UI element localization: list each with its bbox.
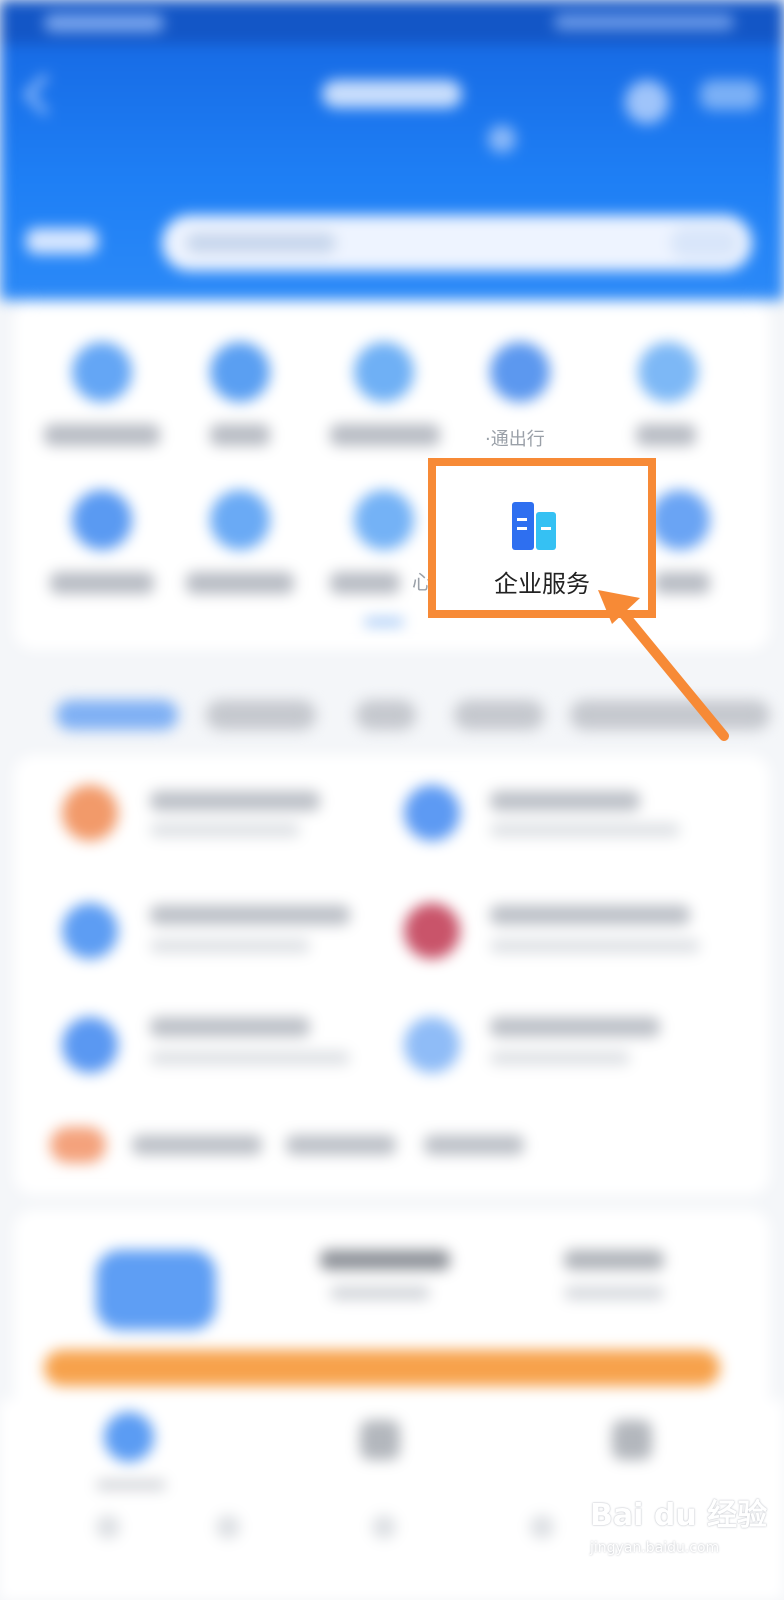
location-icon <box>488 125 516 153</box>
list-item-6-title <box>490 1017 660 1037</box>
list-item-6-icon[interactable] <box>404 1017 460 1073</box>
tab-3[interactable] <box>356 700 416 730</box>
watermark-url: jingyan.baidu.com <box>590 1540 720 1556</box>
list-item-4-title <box>490 905 690 925</box>
grid-item-3-label <box>330 424 440 446</box>
grid-item-4-label: ·通出行 <box>485 429 545 450</box>
app-header <box>0 0 784 300</box>
tab-5[interactable] <box>570 700 770 730</box>
list-item-4-sub <box>490 939 700 953</box>
city-selector[interactable] <box>26 228 98 254</box>
list-item-3-title <box>150 905 350 925</box>
list-item-5-sub <box>150 1051 350 1065</box>
services-list-card <box>14 755 770 1195</box>
grid-item-3-icon[interactable] <box>354 342 414 402</box>
status-bar <box>0 0 784 44</box>
highlight-frame: 企业服务 <box>428 458 656 618</box>
grid-item-10-icon[interactable] <box>650 490 710 550</box>
feature-stat-1-sub <box>330 1286 430 1300</box>
list-item-7-title <box>132 1135 262 1155</box>
status-right-info <box>554 14 734 30</box>
grid-item-2-label <box>210 424 270 446</box>
status-left-info <box>44 14 164 32</box>
grid-item-6-label <box>50 572 154 594</box>
grid-item-8-icon[interactable] <box>354 490 414 550</box>
list-item-2-title <box>490 791 640 811</box>
page-indicator <box>364 618 404 626</box>
grid-item-10-label <box>654 572 710 594</box>
feature-stat-1 <box>320 1250 450 1270</box>
promo-banner[interactable] <box>44 1350 720 1386</box>
list-item-3-sub <box>150 939 310 953</box>
search-input[interactable] <box>162 215 752 271</box>
grid-item-7-icon[interactable] <box>210 490 270 550</box>
feature-primary-button[interactable] <box>96 1250 216 1330</box>
enterprise-building-icon <box>512 502 556 550</box>
tab-4[interactable] <box>454 700 544 730</box>
nav-home-icon[interactable] <box>104 1412 154 1462</box>
search-button[interactable] <box>670 227 740 259</box>
watermark: Bai du 经验 jingyan.baidu.com <box>590 1490 770 1590</box>
tab-bar-icon-1[interactable] <box>96 1515 120 1539</box>
service-grid-card <box>14 300 770 650</box>
grid-item-6-icon[interactable] <box>72 490 132 550</box>
back-arrow-icon[interactable] <box>23 73 66 116</box>
watermark-logo: Bai du 经验 <box>590 1498 768 1533</box>
grid-item-1-icon[interactable] <box>72 342 132 402</box>
more-icon[interactable] <box>700 80 760 110</box>
feature-stat-2 <box>564 1250 664 1270</box>
list-item-1-icon[interactable] <box>62 785 118 841</box>
list-item-6-sub <box>490 1051 630 1065</box>
grid-item-5-label <box>636 424 696 446</box>
list-item-3-icon[interactable] <box>62 903 118 959</box>
news-tabs <box>14 680 770 750</box>
grid-item-7-label <box>186 572 294 594</box>
list-item-4-icon[interactable] <box>404 903 460 959</box>
list-item-5-title <box>150 1017 310 1037</box>
list-item-1-title <box>150 791 320 811</box>
list-item-2-sub <box>490 823 680 837</box>
grid-item-4-icon[interactable] <box>490 342 550 402</box>
list-item-7-icon[interactable] <box>50 1127 106 1163</box>
grid-item-2-icon[interactable] <box>210 342 270 402</box>
nav-home-label <box>96 1480 166 1490</box>
tab-bar-icon-3[interactable] <box>372 1515 396 1539</box>
grid-item-5-icon[interactable] <box>638 342 698 402</box>
tab-1[interactable] <box>56 700 178 730</box>
list-item-2-icon[interactable] <box>404 785 460 841</box>
tab-2[interactable] <box>206 700 316 730</box>
tab-bar-icon-4[interactable] <box>530 1515 554 1539</box>
list-item-9-title <box>424 1135 524 1155</box>
search-placeholder <box>186 233 336 253</box>
list-item-8-title <box>286 1135 396 1155</box>
nav-item-2-icon[interactable] <box>360 1420 400 1460</box>
feature-stat-2-sub <box>564 1286 664 1300</box>
list-item-1-sub <box>150 823 300 837</box>
list-item-5-icon[interactable] <box>62 1017 118 1073</box>
enterprise-service-item[interactable]: 企业服务 <box>436 466 648 610</box>
grid-item-1-label <box>44 424 160 446</box>
page-title <box>322 80 462 108</box>
service-icon[interactable] <box>625 80 669 124</box>
grid-item-8-label <box>330 572 400 594</box>
nav-item-3-icon[interactable] <box>612 1420 652 1460</box>
tab-bar-icon-2[interactable] <box>216 1515 240 1539</box>
enterprise-service-label: 企业服务 <box>494 570 590 598</box>
